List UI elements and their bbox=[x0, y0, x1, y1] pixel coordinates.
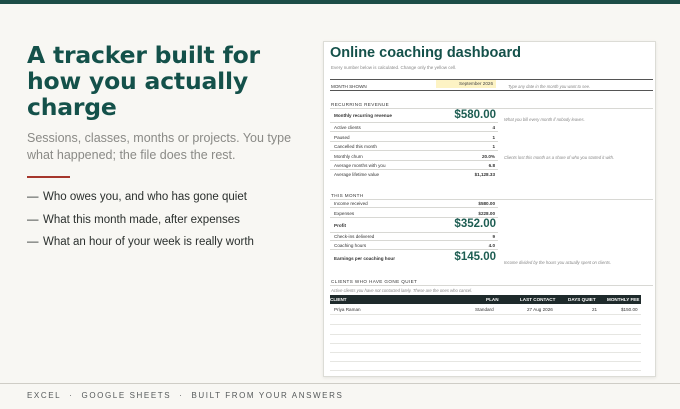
table-gridline bbox=[330, 361, 641, 362]
checkins-value: 9 bbox=[492, 234, 495, 239]
divider bbox=[330, 199, 653, 200]
metric-value: 1 bbox=[492, 135, 495, 140]
eph-label: Earnings per coaching hour bbox=[334, 256, 396, 261]
dash-icon: — bbox=[27, 236, 39, 248]
table-gridline bbox=[330, 370, 641, 371]
churn-note: Clients lost this month as a share of wh… bbox=[504, 155, 615, 160]
table-gridline bbox=[330, 343, 641, 344]
client-plan: Standard bbox=[475, 307, 494, 312]
table-gridline bbox=[330, 334, 641, 335]
feature-item: — What an hour of your week is really wor… bbox=[27, 236, 317, 249]
top-accent-bar bbox=[0, 0, 680, 4]
divider bbox=[330, 122, 498, 123]
section-heading-recurring: RECURRING REVENUE bbox=[331, 102, 390, 107]
month-input-cell[interactable]: September 2026 bbox=[436, 80, 496, 88]
divider bbox=[330, 249, 498, 250]
platform-label: GOOGLE SHEETS bbox=[81, 391, 172, 400]
separator: · bbox=[69, 391, 74, 400]
metric-label: Average months with you bbox=[334, 163, 386, 168]
hero-subtitle: Sessions, classes, months or projects. Y… bbox=[27, 131, 292, 162]
platform-label: EXCEL bbox=[27, 391, 62, 400]
hero-title: A tracker built for how you actually cha… bbox=[27, 41, 260, 121]
divider bbox=[330, 90, 653, 91]
divider bbox=[330, 150, 498, 151]
column-header: CLIENT bbox=[330, 297, 347, 302]
checkins-label: Check-ins delivered bbox=[334, 234, 375, 239]
metric-label: Active clients bbox=[334, 125, 361, 130]
table-gridline bbox=[330, 352, 641, 353]
mrr-value: $580.00 bbox=[454, 109, 496, 121]
monthly-fee: $150.00 bbox=[621, 307, 638, 312]
column-header: PLAN bbox=[486, 297, 499, 302]
dashboard-subtitle: Every number below is calculated. Change… bbox=[331, 65, 457, 70]
month-label: MONTH SHOWN bbox=[331, 84, 367, 89]
metric-value: 20.0% bbox=[481, 154, 495, 159]
month-note: Type any date in the month you want to s… bbox=[508, 84, 591, 89]
metric-value: $1,128.33 bbox=[474, 172, 495, 177]
income-value: $580.00 bbox=[478, 201, 495, 206]
profit-value: $352.00 bbox=[454, 218, 496, 230]
eph-value: $145.00 bbox=[454, 251, 496, 263]
feature-text: Who owes you, and who has gone quiet bbox=[43, 191, 247, 203]
income-label: Income received bbox=[334, 201, 368, 206]
column-header: LAST CONTACT bbox=[520, 297, 556, 302]
feature-text: What an hour of your week is really wort… bbox=[43, 236, 254, 248]
table-header: CLIENT PLAN LAST CONTACT DAYS QUIET MONT… bbox=[330, 295, 641, 304]
mrr-note: What you bill every month if nobody leav… bbox=[504, 117, 585, 122]
quiet-note: Active clients you have not contacted la… bbox=[331, 288, 473, 293]
mrr-label: Monthly recurring revenue bbox=[334, 113, 392, 118]
metric-value: 1 bbox=[492, 144, 495, 149]
column-header: DAYS QUIET bbox=[568, 297, 596, 302]
divider bbox=[330, 207, 498, 208]
divider bbox=[330, 169, 498, 170]
dashboard-title: Online coaching dashboard bbox=[330, 45, 521, 61]
dash-icon: — bbox=[27, 191, 39, 203]
feature-list: — Who owes you, and who has gone quiet — W… bbox=[27, 191, 317, 249]
footer-divider bbox=[0, 383, 680, 384]
divider bbox=[330, 240, 498, 241]
dash-icon: — bbox=[27, 213, 39, 226]
last-contact: 27 Aug 2026 bbox=[527, 307, 553, 312]
platform-label: BUILT FROM YOUR ANSWERS bbox=[191, 391, 344, 400]
client-name: Priya Raman bbox=[334, 307, 361, 312]
table-gridline bbox=[330, 314, 641, 315]
hours-value: 4.0 bbox=[488, 243, 495, 248]
days-quiet: 21 bbox=[592, 307, 598, 312]
hero-section: A tracker built for how you actually cha… bbox=[27, 42, 317, 259]
divider bbox=[330, 131, 498, 132]
section-heading-this-month: THIS MONTH bbox=[331, 193, 364, 198]
metric-label: Paused bbox=[334, 135, 350, 140]
expenses-value: $228.00 bbox=[478, 211, 495, 216]
dashboard-preview: Online coaching dashboard Every number b… bbox=[323, 41, 656, 377]
feature-item: — Who owes you, and who has gone quiet bbox=[27, 191, 317, 204]
divider bbox=[330, 232, 498, 233]
accent-divider bbox=[27, 176, 70, 178]
metric-value: 6.8 bbox=[488, 163, 495, 168]
column-header: MONTHLY FEE bbox=[607, 297, 640, 302]
divider bbox=[330, 285, 653, 286]
table-gridline bbox=[330, 324, 641, 325]
divider bbox=[330, 141, 498, 142]
metric-label: Average lifetime value bbox=[334, 172, 380, 177]
separator: · bbox=[179, 391, 184, 400]
metric-label: Cancelled this month bbox=[334, 144, 377, 149]
footer-platforms: EXCEL · GOOGLE SHEETS · BUILT FROM YOUR … bbox=[27, 391, 343, 400]
divider bbox=[330, 160, 498, 161]
metric-value: 4 bbox=[492, 125, 495, 130]
hours-label: Coaching hours bbox=[334, 243, 367, 248]
feature-text: What this month made, after expenses bbox=[43, 213, 240, 226]
section-heading-quiet: CLIENTS WHO HAVE GONE QUIET bbox=[331, 279, 418, 284]
eph-note: Income divided by the hours you actually… bbox=[504, 260, 612, 265]
feature-item: — What this month made, after expenses bbox=[27, 214, 317, 227]
profit-label: Profit bbox=[334, 223, 346, 228]
metric-label: Monthly churn bbox=[334, 154, 363, 159]
expenses-label: Expenses bbox=[334, 211, 355, 216]
